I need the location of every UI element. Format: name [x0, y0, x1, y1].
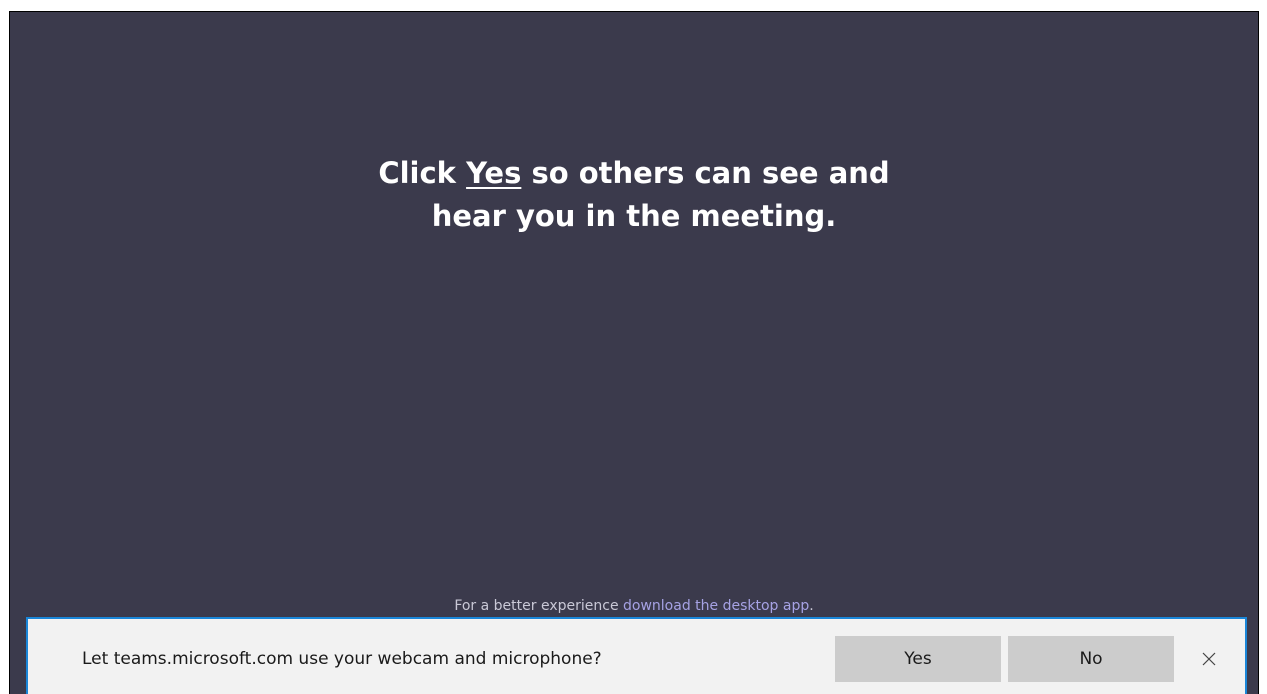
heading-line-1: Click Yes so others can see and — [10, 152, 1258, 195]
close-icon[interactable] — [1196, 646, 1222, 672]
desktop-app-note-text: For a better experience — [454, 598, 624, 614]
download-desktop-app-link[interactable]: download the desktop app — [623, 598, 809, 614]
permission-instruction-heading: Click Yes so others can see and hear you… — [10, 152, 1258, 238]
browser-permission-bar: Let teams.microsoft.com use your webcam … — [26, 617, 1247, 694]
desktop-app-note-suffix: . — [809, 598, 814, 614]
desktop-app-note: For a better experience download the des… — [10, 598, 1258, 614]
meeting-prejoin-screen: Click Yes so others can see and hear you… — [9, 11, 1259, 694]
allow-yes-button[interactable]: Yes — [835, 636, 1001, 682]
deny-no-button[interactable]: No — [1008, 636, 1174, 682]
permission-prompt-text: Let teams.microsoft.com use your webcam … — [82, 649, 602, 669]
heading-suffix: so others can see and — [521, 156, 890, 190]
heading-prefix: Click — [378, 156, 467, 190]
heading-yes-emphasis: Yes — [466, 156, 522, 190]
heading-line-2: hear you in the meeting. — [431, 199, 837, 233]
